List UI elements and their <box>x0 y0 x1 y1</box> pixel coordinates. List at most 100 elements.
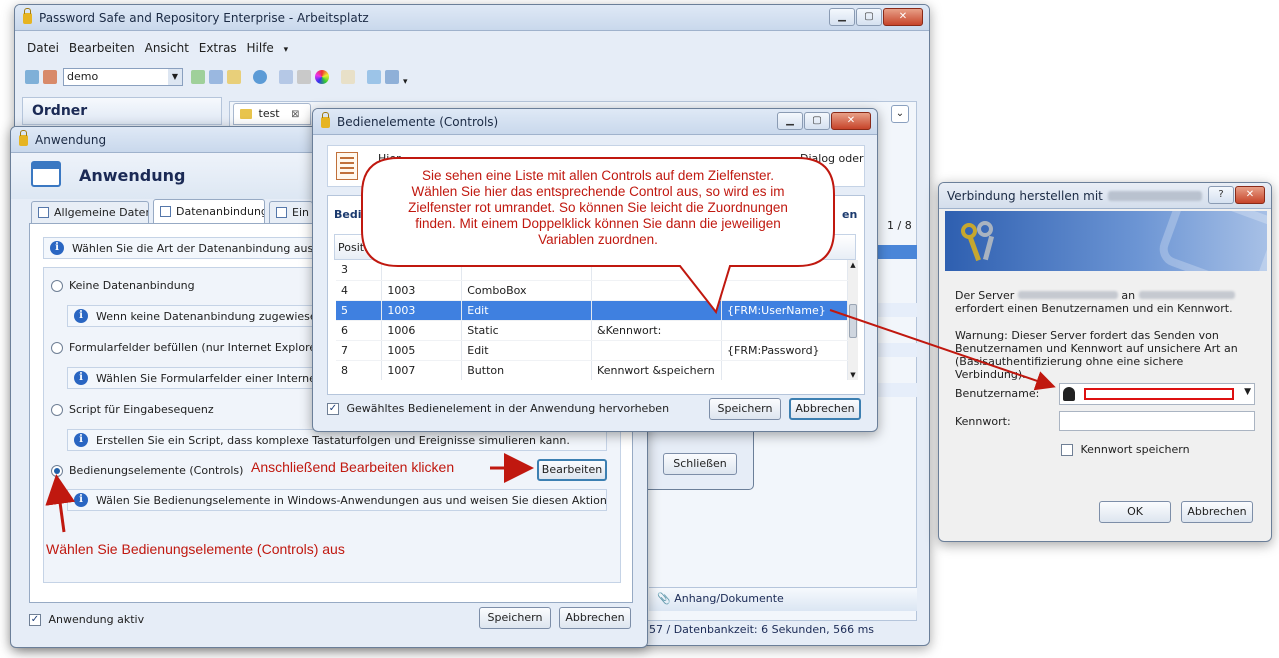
panel-title-end: en <box>842 208 858 221</box>
info-icon: i <box>74 371 88 385</box>
radio-controls[interactable]: Bedienungselemente (Controls) <box>51 464 243 477</box>
table-cell <box>721 360 848 380</box>
form-icon[interactable] <box>385 70 399 84</box>
close-icon[interactable]: ⊠ <box>291 109 299 120</box>
minimize-button[interactable]: ▁ <box>777 112 803 130</box>
active-checkbox[interactable]: ✓ Anwendung aktiv <box>29 613 144 626</box>
report-icon[interactable] <box>297 70 311 84</box>
attachment-icon: 📎 <box>657 592 671 605</box>
controls-save-button[interactable]: Speichern <box>709 398 781 420</box>
minimize-button[interactable]: ▁ <box>829 8 855 26</box>
window-icon[interactable] <box>367 70 381 84</box>
app-header-title: Anwendung <box>79 166 186 185</box>
list-row <box>875 383 917 397</box>
overflow-chevron-icon[interactable]: ▾ <box>403 77 408 87</box>
ok-button[interactable]: OK <box>1099 501 1171 523</box>
table-row[interactable]: 7 1005 Edit {FRM:Password} <box>336 340 848 361</box>
edit-entry-icon[interactable] <box>209 70 223 84</box>
maximize-button[interactable]: ▢ <box>804 112 830 130</box>
scroll-thumb[interactable] <box>849 304 857 338</box>
chevron-down-icon[interactable]: ⌄ <box>891 105 909 123</box>
menu-extras[interactable]: Extras <box>199 41 237 55</box>
help-button[interactable]: ? <box>1208 186 1234 204</box>
input-icon <box>276 207 287 218</box>
sidebar-header: Ordner <box>22 97 222 125</box>
tab-input[interactable]: Ein <box>269 201 313 223</box>
toolbar: demo ▼ ▾ <box>25 67 408 87</box>
menu-ansicht[interactable]: Ansicht <box>145 41 189 55</box>
tab-input-label: Ein <box>292 206 309 219</box>
lock-entry-icon[interactable] <box>227 70 241 84</box>
highlight-checkbox[interactable]: ✓ Gewähltes Bedienelement in der Anwendu… <box>327 402 669 415</box>
lock-icon <box>23 8 32 24</box>
chevron-down-icon[interactable]: ▼ <box>1244 387 1251 397</box>
menu-bearbeiten[interactable]: Bearbeiten <box>69 41 135 55</box>
cancel-button[interactable]: Abbrechen <box>559 607 631 629</box>
status-bar: 57 / Datenbankzeit: 6 Sekunden, 566 ms <box>649 623 874 636</box>
edit-button[interactable]: Bearbeiten <box>537 459 607 481</box>
tab-data-binding[interactable]: Datenanbindung <box>153 199 265 223</box>
server-text-1: Der Server <box>955 289 1015 302</box>
scroll-up-icon[interactable]: ▲ <box>848 260 858 270</box>
radio-circle <box>51 279 63 292</box>
database-select[interactable]: demo ▼ <box>63 68 183 86</box>
overflow-chevron-icon[interactable]: ▾ <box>284 45 289 55</box>
close-dialog-button[interactable]: Schließen <box>663 453 737 475</box>
callout-bubble: Sie sehen eine Liste mit allen Controls … <box>358 154 838 315</box>
maximize-button[interactable]: ▢ <box>856 8 882 26</box>
remember-checkbox[interactable]: Kennwort speichern <box>1061 443 1190 456</box>
table-row[interactable]: 8 1007 Button Kennwort &speichern <box>336 360 848 380</box>
intro-text: Wählen Sie die Art der Datenanbindung au… <box>72 241 333 255</box>
username-input-highlighted[interactable] <box>1084 388 1234 400</box>
main-title: Password Safe and Repository Enterprise … <box>39 10 369 25</box>
list-row <box>875 303 917 317</box>
save-button[interactable]: Speichern <box>479 607 551 629</box>
database-select-value: demo <box>67 70 99 83</box>
document-icon <box>336 152 358 180</box>
controls-cancel-button[interactable]: Abbrechen <box>789 398 861 420</box>
general-icon <box>38 207 49 218</box>
new-entry-icon[interactable] <box>191 70 205 84</box>
close-button[interactable]: ✕ <box>883 8 923 26</box>
sidebar-title: Ordner <box>32 103 88 119</box>
clipboard-icon[interactable] <box>341 70 355 84</box>
banner-pattern <box>1154 211 1267 271</box>
radio-form-fields[interactable]: Formularfelder befüllen (nur Internet Ex… <box>51 341 325 354</box>
radio-script[interactable]: Script für Eingabesequenz <box>51 403 214 416</box>
info-icon: i <box>74 309 88 323</box>
doc-tab-test[interactable]: test ⊠ <box>233 103 311 125</box>
radio-script-label: Script für Eingabesequenz <box>69 403 214 416</box>
intro-info: i Wählen Sie die Art der Datenanbindung … <box>43 237 333 259</box>
tab-general-data[interactable]: Allgemeine Daten <box>31 201 149 223</box>
connect-icon[interactable] <box>25 70 39 84</box>
attachment-tab[interactable]: 📎 Anhang/Dokumente <box>649 587 917 611</box>
radio-no-binding[interactable]: Keine Datenanbindung <box>51 279 195 292</box>
chevron-down-icon: ▼ <box>168 69 182 85</box>
window-icon <box>31 161 61 187</box>
menu-datei[interactable]: Datei <box>27 41 59 55</box>
disconnect-icon[interactable] <box>43 70 57 84</box>
table-cell: 1007 <box>381 360 463 380</box>
connection-window: Verbindung herstellen mit ? ✕ Der Server… <box>938 182 1272 542</box>
option-info: i Wenn keine Datenanbindung zugewiesen w… <box>67 305 319 327</box>
color-icon[interactable] <box>315 70 329 84</box>
password-input[interactable] <box>1059 411 1255 431</box>
username-combo[interactable]: ▼ <box>1059 383 1255 405</box>
tab-general-label: Allgemeine Daten <box>54 206 149 219</box>
option-info-text: Wälen Sie Bedienungselemente in Windows-… <box>96 493 607 507</box>
close-button[interactable]: ✕ <box>831 112 871 130</box>
keys-icon <box>959 219 999 263</box>
server-message: Der Server an erfordert einen Benutzerna… <box>955 289 1255 315</box>
scroll-down-icon[interactable]: ▼ <box>848 370 858 380</box>
close-button[interactable]: ✕ <box>1235 186 1265 204</box>
menu-hilfe[interactable]: Hilfe <box>247 41 274 55</box>
tab-data-binding-label: Datenanbindung <box>176 205 265 218</box>
main-titlebar: Password Safe and Repository Enterprise … <box>15 5 929 31</box>
option-info-text: Wenn keine Datenanbindung zugewiesen wur <box>96 309 319 323</box>
radio-circle <box>51 341 63 354</box>
settings-icon[interactable] <box>279 70 293 84</box>
table-scrollbar[interactable]: ▲ ▼ <box>848 260 858 380</box>
conn-cancel-button[interactable]: Abbrechen <box>1181 501 1253 523</box>
attachment-label: Anhang/Dokumente <box>674 592 784 605</box>
refresh-icon[interactable] <box>253 70 267 84</box>
